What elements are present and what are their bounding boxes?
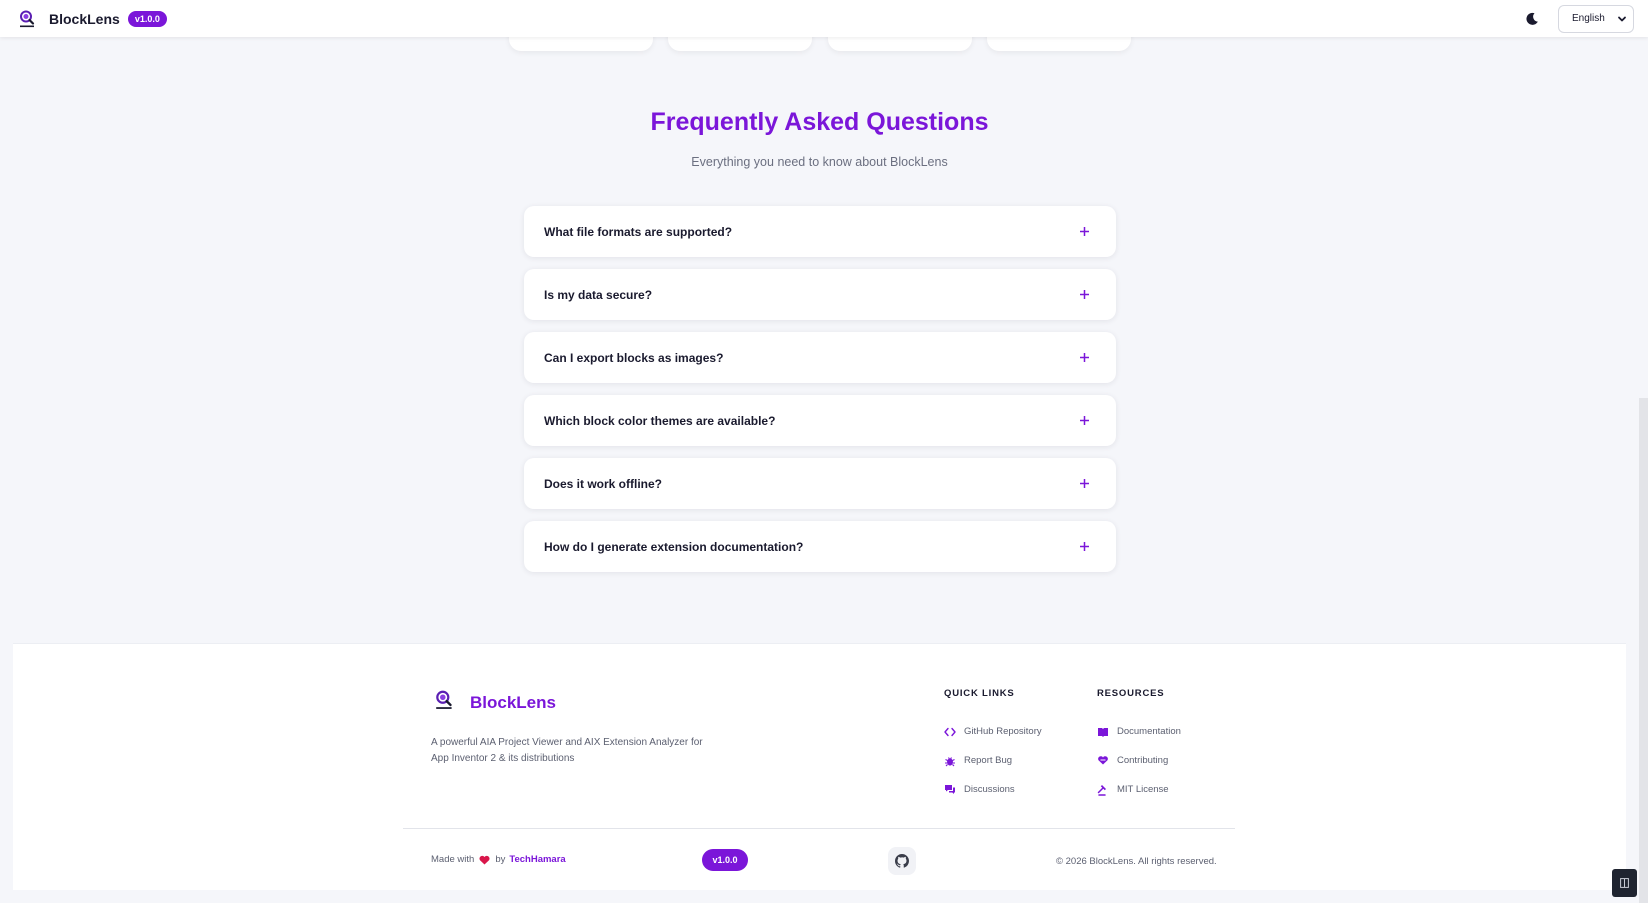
link-label: Contributing — [1117, 755, 1169, 766]
faq-title: Frequently Asked Questions — [650, 108, 989, 136]
heart-icon — [479, 855, 490, 865]
plus-icon[interactable] — [1079, 289, 1090, 300]
faq-item[interactable]: Does it work offline? — [524, 458, 1116, 509]
plus-icon[interactable] — [1079, 352, 1090, 363]
link-documentation[interactable]: Documentation — [1097, 717, 1181, 746]
bug-icon — [945, 756, 955, 766]
language-value: English — [1572, 13, 1605, 24]
faq-subtitle: Everything you need to know about BlockL… — [691, 155, 948, 169]
link-report-bug[interactable]: Report Bug — [944, 746, 1042, 775]
quick-links-column: QUICK LINKS GitHub Repository Report Bug… — [944, 688, 1042, 804]
link-label: Documentation — [1117, 726, 1181, 737]
footer-brand-name: BlockLens — [470, 692, 556, 712]
by-text: by — [495, 854, 506, 865]
panel-toggle-icon[interactable] — [1612, 869, 1637, 897]
link-mit-license[interactable]: MIT License — [1097, 775, 1181, 804]
link-label: Report Bug — [964, 755, 1013, 766]
version-badge: v1.0.0 — [127, 10, 167, 27]
magnifier-logo-icon[interactable] — [18, 9, 38, 29]
gavel-icon — [1097, 784, 1106, 796]
brand-name[interactable]: BlockLens — [49, 11, 120, 27]
footer-divider — [403, 828, 1235, 829]
faq-question: How do I generate extension documentatio… — [544, 539, 804, 554]
link-github-repository[interactable]: GitHub Repository — [944, 717, 1042, 746]
plus-icon[interactable] — [1079, 226, 1090, 237]
plus-icon[interactable] — [1079, 541, 1090, 552]
footer: BlockLens A powerful AIA Project Viewer … — [13, 643, 1626, 890]
moon-icon[interactable] — [1522, 9, 1542, 29]
author-link[interactable]: TechHamara — [509, 854, 565, 865]
made-with-credit: Made with by TechHamara — [431, 854, 566, 865]
plus-icon[interactable] — [1079, 415, 1090, 426]
faq-question: Does it work offline? — [544, 476, 663, 491]
chat-icon — [945, 785, 955, 794]
footer-description: A powerful AIA Project Viewer and AIX Ex… — [431, 737, 703, 764]
header-actions: English — [1522, 4, 1634, 33]
language-select[interactable]: English — [1558, 4, 1634, 33]
faq-item[interactable]: How do I generate extension documentatio… — [524, 521, 1116, 572]
magnifier-logo-icon — [434, 689, 456, 716]
link-label: MIT License — [1117, 784, 1169, 795]
resources-title: RESOURCES — [1097, 688, 1165, 699]
quick-links-title: QUICK LINKS — [944, 688, 1015, 699]
link-label: GitHub Repository — [964, 726, 1042, 737]
faq-question: Which block color themes are available? — [544, 413, 776, 428]
link-contributing[interactable]: Contributing — [1097, 746, 1181, 775]
faq-question: Is my data secure? — [544, 287, 653, 302]
footer-version-badge: v1.0.0 — [702, 849, 748, 871]
faq-question: Can I export blocks as images? — [544, 350, 724, 365]
chevron-down-icon — [1617, 14, 1627, 24]
plus-icon[interactable] — [1079, 478, 1090, 489]
link-label: Discussions — [964, 784, 1015, 795]
faq-item[interactable]: Is my data secure? — [524, 269, 1116, 320]
faq-question: What file formats are supported? — [544, 224, 733, 239]
footer-brand[interactable]: BlockLens — [434, 689, 556, 716]
link-discussions[interactable]: Discussions — [944, 775, 1042, 804]
code-icon — [944, 727, 956, 736]
book-icon — [1098, 727, 1108, 737]
resources-column: RESOURCES Documentation Contributing MIT… — [1097, 688, 1181, 804]
faq-item[interactable]: What file formats are supported? — [524, 206, 1116, 257]
faq-list: What file formats are supported? Is my d… — [524, 206, 1116, 584]
made-with-text: Made with — [431, 854, 475, 865]
scrollbar-thumb[interactable] — [1639, 398, 1648, 903]
faq-item[interactable]: Can I export blocks as images? — [524, 332, 1116, 383]
github-icon[interactable] — [888, 847, 916, 875]
top-navbar: BlockLens v1.0.0 English — [0, 0, 1648, 37]
copyright-text: © 2026 BlockLens. All rights reserved. — [1056, 856, 1217, 867]
heart-hand-icon — [1098, 756, 1108, 765]
faq-item[interactable]: Which block color themes are available? — [524, 395, 1116, 446]
